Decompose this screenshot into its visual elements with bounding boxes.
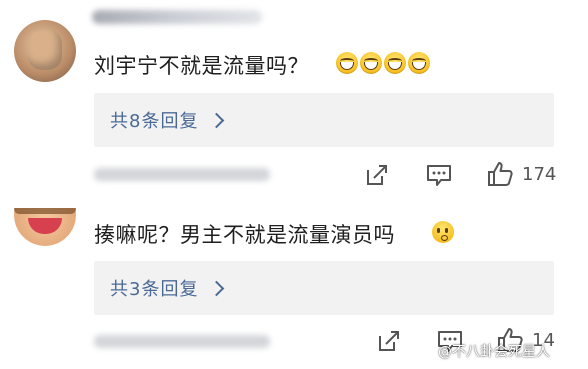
timestamp-blurred	[94, 168, 270, 181]
reply-count-label: 共8条回复	[110, 111, 199, 132]
laughing-tears-icon	[408, 52, 430, 74]
reply-count-label: 共3条回复	[110, 279, 199, 300]
comment-text: 刘宇宁不就是流量吗？	[94, 54, 309, 78]
share-icon[interactable]	[376, 328, 402, 354]
timestamp-blurred	[94, 335, 270, 348]
share-icon[interactable]	[364, 162, 390, 188]
reply-thread-link[interactable]: 共8条回复	[94, 93, 554, 147]
emoji-group	[336, 52, 430, 74]
laughing-tears-icon	[360, 52, 382, 74]
username-blurred[interactable]	[92, 10, 262, 24]
laughing-tears-icon	[384, 52, 406, 74]
thumbs-up-icon[interactable]	[486, 160, 514, 188]
laughing-tears-icon	[336, 52, 358, 74]
chevron-right-icon	[208, 280, 225, 297]
emoji-group	[432, 221, 454, 243]
thinking-face-icon	[432, 221, 454, 243]
avatar[interactable]	[14, 208, 76, 246]
reply-thread-link[interactable]: 共3条回复	[94, 261, 554, 315]
avatar[interactable]	[14, 20, 76, 82]
watermark: @不八卦会死星人	[438, 344, 550, 360]
comment-text: 揍嘛呢？男主不就是流量演员吗	[94, 223, 395, 247]
chevron-right-icon	[208, 112, 225, 129]
like-count: 174	[522, 164, 557, 185]
comment-icon[interactable]	[425, 162, 453, 188]
